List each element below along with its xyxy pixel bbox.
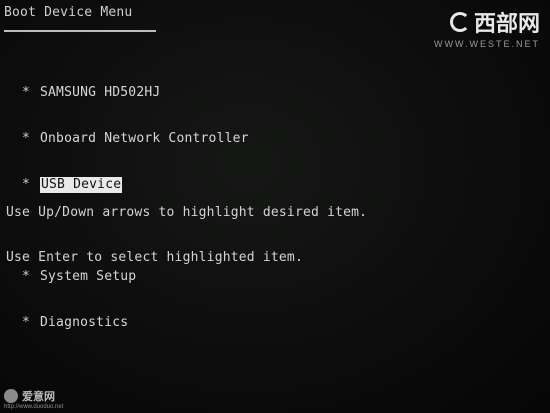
menu-item-diagnostics[interactable]: * Diagnostics bbox=[22, 315, 249, 331]
brand-logo-icon bbox=[4, 389, 18, 403]
bottom-watermark-logo: 爱意网 bbox=[4, 388, 63, 404]
brand-e-icon bbox=[449, 12, 470, 32]
bios-screen: Boot Device Menu * SAMSUNG HD502HJ * Onb… bbox=[0, 0, 550, 413]
help-line-navigate: Use Up/Down arrows to highlight desired … bbox=[6, 205, 368, 220]
title-underline bbox=[4, 30, 156, 32]
bullet-icon: * bbox=[22, 85, 31, 100]
watermark: 西部网 WWW.WESTE.NET bbox=[434, 6, 540, 49]
bottom-watermark: 爱意网 http://www.duoduo.net bbox=[4, 388, 63, 410]
bullet-icon: * bbox=[22, 131, 31, 146]
bottom-watermark-brand: 爱意网 bbox=[22, 391, 55, 403]
watermark-url: WWW.WESTE.NET bbox=[434, 39, 540, 49]
bottom-watermark-url: http://www.duoduo.net bbox=[4, 404, 64, 410]
help-text: Use Up/Down arrows to highlight desired … bbox=[6, 175, 367, 295]
boot-item-label: SAMSUNG HD502HJ bbox=[40, 85, 161, 100]
watermark-logo: 西部网 bbox=[434, 6, 540, 38]
help-line-select: Use Enter to select highlighted item. bbox=[6, 250, 303, 265]
boot-item-samsung-hd502hj[interactable]: * SAMSUNG HD502HJ bbox=[22, 85, 249, 101]
watermark-brand: 西部网 bbox=[473, 11, 540, 36]
bullet-icon: * bbox=[22, 315, 31, 330]
menu-item-label: Diagnostics bbox=[40, 315, 129, 330]
boot-item-onboard-network-controller[interactable]: * Onboard Network Controller bbox=[22, 131, 249, 147]
boot-item-label: Onboard Network Controller bbox=[40, 131, 249, 146]
page-title: Boot Device Menu bbox=[4, 5, 133, 20]
